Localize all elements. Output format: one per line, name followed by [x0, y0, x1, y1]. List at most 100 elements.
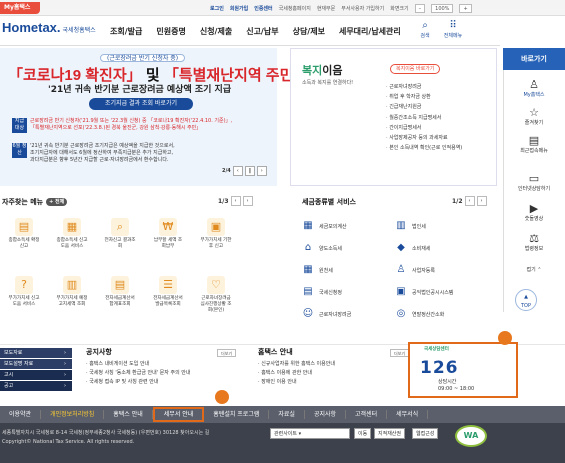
calculator-icon: ▦ [303, 220, 313, 231]
banner-next-button[interactable]: › [256, 166, 267, 176]
nav-agent[interactable]: 세무대리/납세관리 [339, 26, 401, 37]
footer-notice-link[interactable]: 공지사항 [305, 410, 347, 419]
sidebar-item-online-consult[interactable]: ▭ 인터넷상담하기 [503, 172, 565, 192]
nav-application[interactable]: 신청/제출 [200, 26, 232, 37]
hometax-notice-item[interactable]: 장애인 이용 안내 [258, 378, 408, 387]
freq-item[interactable]: ? 부가가치세 신고도움 서비스 [8, 276, 40, 308]
footer-hometax-guide-link[interactable]: 홈택스 안내 [104, 410, 153, 419]
tax-item[interactable]: ☺ 근로자녀장려금 [302, 306, 397, 322]
notice-item[interactable]: 국세청 접속 IP 및 사칭 관련 안내 [86, 378, 236, 387]
hometax-logo[interactable]: Hometax. 국세청홈택스 [2, 20, 96, 35]
tax-item[interactable]: ▦ 원천세 [302, 262, 397, 278]
zoom-in-button[interactable]: + [459, 3, 472, 13]
notice-item[interactable]: 국세청 사칭 '동소체 환급금 안내' 문자 주의 안내 [86, 369, 236, 378]
freq-menu-all-button[interactable]: + 전체 [46, 198, 68, 206]
freq-item[interactable]: ☰ 전자세금계산서 발급목록조회 [152, 276, 184, 308]
tax-item[interactable]: ▣ 공익법인공시시스템 [395, 284, 490, 300]
footer-support-link[interactable]: 고객센터 [346, 410, 388, 419]
freq-page-indicator: 1/3 [218, 197, 229, 205]
tax-item[interactable]: ◎ 연말정산간소화 [395, 306, 490, 322]
welfare-link-button[interactable]: 복지이음 바로가기 [390, 64, 441, 74]
related-sites-select[interactable]: 관련사이트 ▾ [270, 428, 350, 439]
tax-prev-button[interactable]: ‹ [464, 196, 475, 206]
tax-item[interactable]: ♙ 사업자등록 [395, 262, 490, 278]
freq-item[interactable]: ▤ 종합소득세 확정신고 [8, 218, 40, 250]
freq-item[interactable]: ▦ 종합소득세 신고도움 서비스 [56, 218, 88, 250]
freq-item[interactable]: ▥ 부가가치세 예정고지세액 조회 [56, 276, 88, 308]
footer-privacy-link[interactable]: 개인정보처리방침 [41, 410, 105, 419]
nav-consult[interactable]: 상담/제보 [293, 26, 325, 37]
footer-forms-link[interactable]: 세무서식 [387, 410, 429, 419]
my-hometax-tab[interactable]: My홈택스 [0, 2, 40, 14]
tax-item[interactable]: ⌂ 양도소득세 [302, 240, 397, 256]
tax-next-button[interactable]: › [476, 196, 487, 206]
welfare-desc: 소득과 복지를 연결하다! [302, 80, 354, 86]
banner-pause-button[interactable]: ‖ [244, 166, 255, 176]
ip-badge: 지적재산권 [374, 428, 406, 439]
notice-more-button[interactable]: 더보기 [217, 349, 237, 357]
welfare-list: 근로자녀장려금 취업 후 학자금 상환 긴급재난지원금 월중간조소득 지급명세서… [386, 82, 462, 153]
signup-link[interactable]: 회원가입 [230, 5, 248, 12]
sidebar-title: 바로가기 [503, 48, 565, 70]
notice-link[interactable]: 고시 › [0, 370, 72, 380]
freq-item[interactable]: ▤ 전자세금계산서 합계표조회 [104, 276, 136, 308]
sidebar-item-law[interactable]: ⚖ 법령정보 [503, 232, 565, 252]
footer-tax-office-link[interactable]: 세무서 안내 [152, 407, 205, 422]
banner-prev-button[interactable]: ‹ [232, 166, 243, 176]
list-icon: ☰ [159, 276, 177, 294]
footer-terms-link[interactable]: 이용약관 [0, 410, 42, 419]
notice-item[interactable]: 홈택스 내비게이션 도입 안내 [86, 360, 236, 369]
grid-icon: ⠿ [449, 20, 457, 31]
call-center-hours: 상담시간 09:00 ~ 18:00 [438, 379, 475, 392]
freq-item[interactable]: ♡ 근로자녀장려금 심사진행상황 조회(본인) [200, 276, 232, 314]
tax-item[interactable]: ▦ 세금모의계산 [302, 218, 397, 234]
scroll-top-button[interactable]: ▲ TOP [515, 289, 537, 311]
dept-user-signup-link[interactable]: 부서사용자 가입하기 [341, 5, 384, 12]
press-explain-link[interactable]: 보도설명 자료 › [0, 359, 72, 369]
freq-next-button[interactable]: › [242, 196, 253, 206]
nav-certificate[interactable]: 민원증명 [156, 26, 185, 37]
nav-inquiry[interactable]: 조회/발급 [110, 26, 142, 37]
sidebar-item-favorites[interactable]: ☆ 즐겨찾기 [503, 106, 565, 126]
welfare-item[interactable]: 본인 소득내역 확인(근로 인적용역) [386, 143, 462, 153]
dept-link[interactable]: 현재부문 [317, 5, 335, 12]
tax-item[interactable]: ▤ 국세신청정 [302, 284, 397, 300]
sidebar-collapse-button[interactable]: 접기 ⌃ [503, 266, 565, 273]
cert-center-link[interactable]: 인증센터 [254, 5, 272, 12]
hometax-notice-item[interactable]: 홈택스 이용에 관한 안내 [258, 369, 408, 378]
tax-item[interactable]: ▥ 법인세 [395, 218, 490, 234]
sidebar-item-my-hometax[interactable]: ♙ My홈택스 [503, 78, 565, 98]
gavel-icon: ⚖ [529, 232, 539, 245]
related-go-button[interactable]: 이동 [354, 428, 372, 439]
early-payment-button[interactable]: 조기지급 결과 조회 바로가기 [89, 98, 193, 110]
sidebar-item-video[interactable]: ▶ 숫돌영상 [503, 202, 565, 222]
welfare-item[interactable]: 월중간조소득 지급명세서 [386, 113, 462, 123]
footer-program-link[interactable]: 홈텐설치 프로그램 [204, 410, 270, 419]
zoom-value: 100% [431, 3, 454, 13]
zoom-out-button[interactable]: – [414, 3, 426, 13]
hometax-notice-board: 홈택스 안내 신규사업자를 위한 홈택스 이용안내 홈택스 이용에 관한 안내 … [258, 348, 408, 387]
freq-item[interactable]: ₩ 납부할 세액 조회납부 [152, 218, 184, 250]
freq-item[interactable]: ▣ 부가가치세 기한후 신고 [200, 218, 232, 250]
tax-item[interactable]: ◆ 소비재세 [395, 240, 490, 256]
hometax-notice-item[interactable]: 신규사업자를 위한 홈택스 이용안내 [258, 360, 408, 369]
nts-home-link[interactable]: 국세청홈페이지 [279, 5, 311, 12]
login-link[interactable]: 로그인 [210, 5, 224, 12]
sidebar-item-recent[interactable]: ▤ 최근접속메뉴 [503, 134, 565, 154]
all-menu-button[interactable]: ⠿ 전체메뉴 [438, 20, 468, 39]
welfare-item[interactable]: 사업장제공자 등의 과세자료 [386, 133, 462, 143]
press-release-link[interactable]: 보도자료 › [0, 348, 72, 358]
freq-item[interactable]: ⌕ 전자신고 결과조회 [104, 218, 136, 250]
footer-archive-link[interactable]: 자료실 [269, 410, 305, 419]
welfare-item[interactable]: 근로자녀장려금 [386, 82, 462, 92]
welfare-item[interactable]: 긴급재난지원금 [386, 102, 462, 112]
hometax-notice-more-button[interactable]: 더보기 [390, 349, 410, 357]
nav-filing[interactable]: 신고/납부 [246, 26, 278, 37]
announcement-link[interactable]: 공고 › [0, 381, 72, 391]
freq-prev-button[interactable]: ‹ [230, 196, 241, 206]
call-center-tag: 국세상담센터 [424, 347, 449, 352]
search-button[interactable]: ⌕ 검색 [412, 20, 438, 39]
welfare-item[interactable]: 간이지급명세서 [386, 123, 462, 133]
welfare-item[interactable]: 취업 후 학자금 상환 [386, 92, 462, 102]
invoice-icon: ▤ [111, 276, 129, 294]
